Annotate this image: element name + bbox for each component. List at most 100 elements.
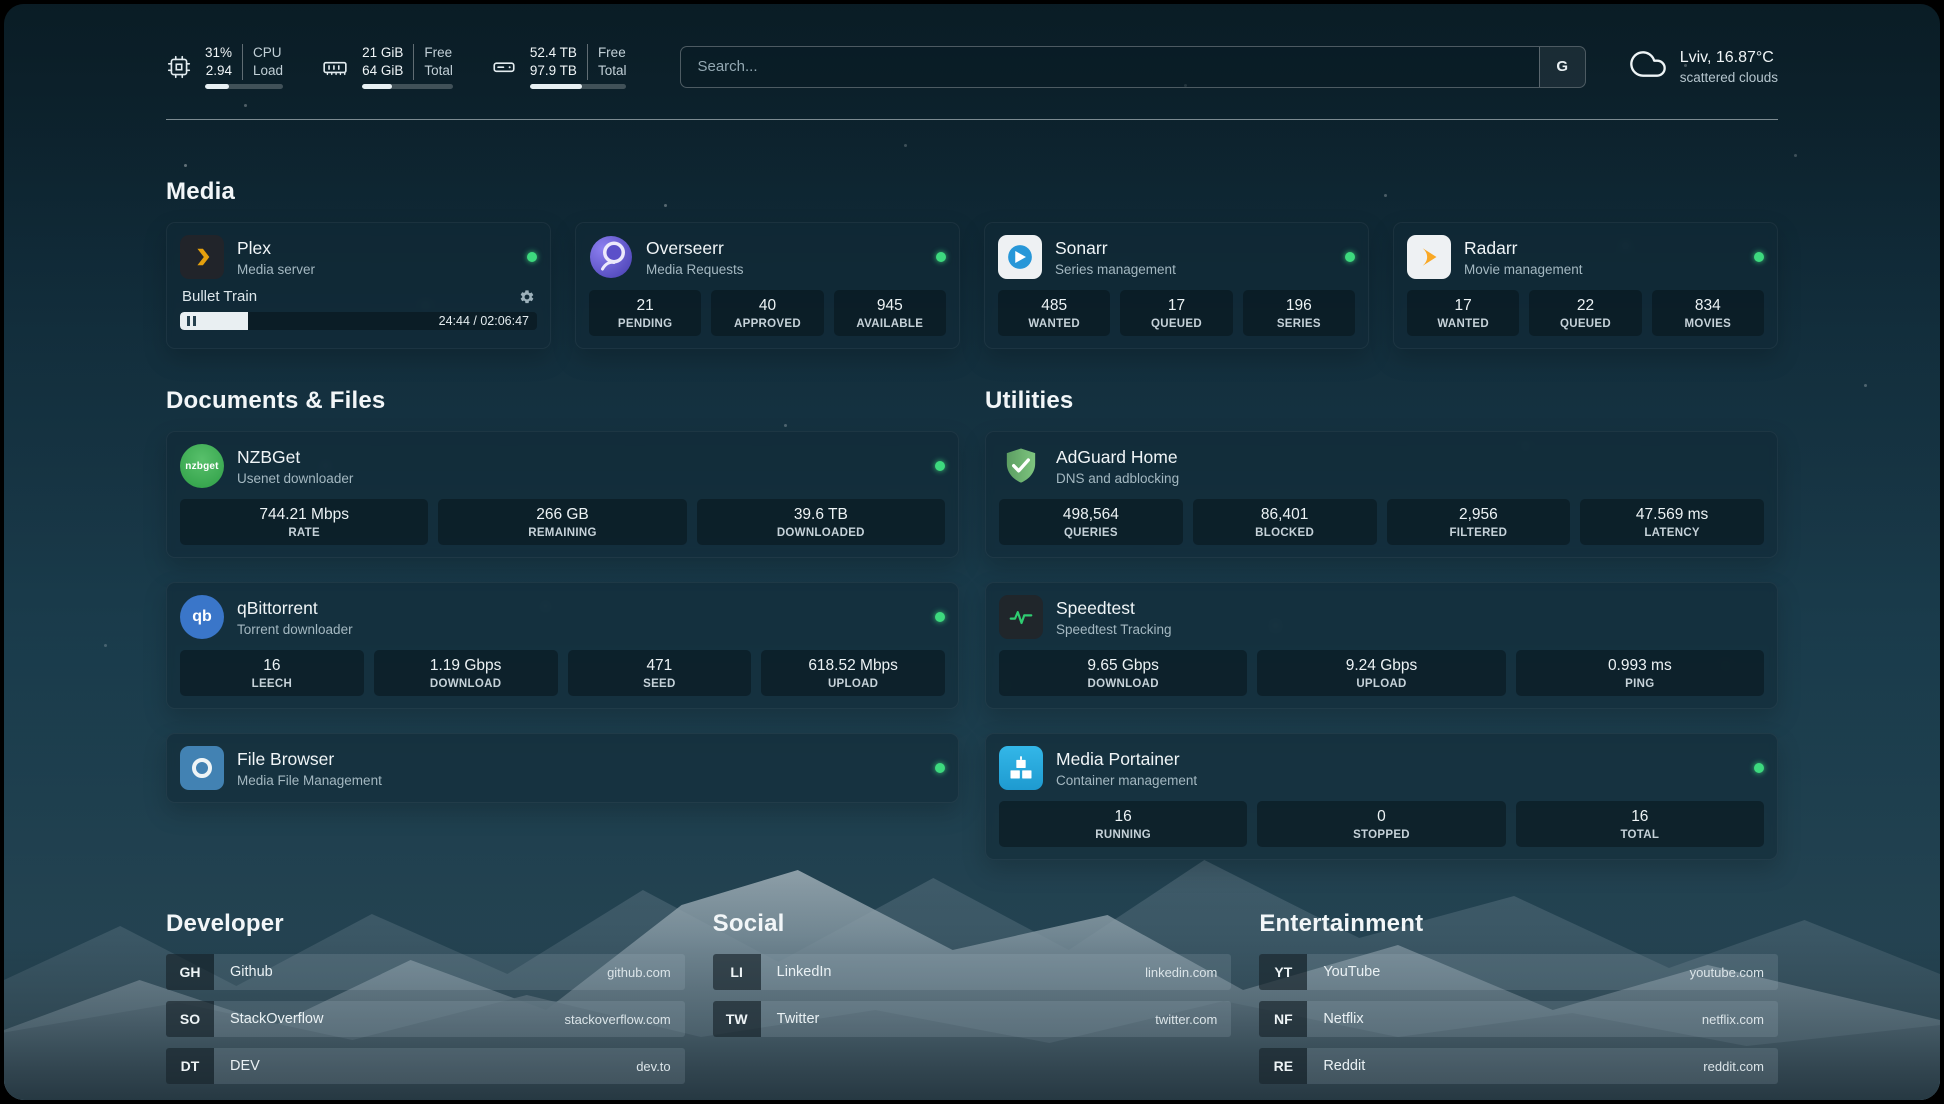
service-link-qbittorrent[interactable]: qb qBittorrent Torrent downloader (180, 595, 945, 639)
bookmark-abbr: SO (166, 1001, 214, 1037)
service-card-portainer: Media Portainer Container management 16 … (985, 733, 1778, 860)
background-snow-specks (4, 4, 7, 7)
group-title-media: Media (166, 178, 1778, 206)
disk-widget: 52.4 TB Free 97.9 TB Total (491, 44, 627, 89)
group-media: Media Plex Media server (166, 178, 1778, 349)
cpu-load-label: Load (242, 62, 283, 80)
group-documents-files: Documents & Files nzbget NZBGet Usenet d… (166, 387, 959, 803)
bookmark-abbr: TW (713, 1001, 761, 1037)
stat-wanted: 485 WANTED (998, 290, 1110, 336)
weather-condition: scattered clouds (1680, 70, 1778, 85)
weather-widget[interactable]: Lviv, 16.87°C scattered clouds (1628, 44, 1778, 89)
service-description: Torrent downloader (237, 622, 353, 637)
group-title-utilities: Utilities (985, 387, 1778, 415)
weather-location: Lviv, 16.87°C (1680, 49, 1778, 67)
service-link-sonarr[interactable]: Sonarr Series management (998, 235, 1355, 279)
bookmark-youtube[interactable]: YT YouTube youtube.com (1259, 954, 1778, 990)
playback-progress-bar: 24:44 / 02:06:47 (180, 312, 537, 330)
service-name: Speedtest (1056, 598, 1172, 619)
stat-upload: 9.24 Gbps UPLOAD (1257, 650, 1505, 696)
stat-upload: 618.52 Mbps UPLOAD (761, 650, 945, 696)
stat-ping: 0.993 ms PING (1516, 650, 1764, 696)
stat-running: 16 RUNNING (999, 801, 1247, 847)
service-name: Sonarr (1055, 238, 1176, 259)
bookmark-domain: dev.to (636, 1059, 670, 1074)
service-description: Media Requests (646, 262, 744, 277)
stat-queued: 22 QUEUED (1529, 290, 1641, 336)
service-name: Media Portainer (1056, 749, 1197, 770)
portainer-icon (999, 746, 1043, 790)
service-link-radarr[interactable]: Radarr Movie management (1407, 235, 1764, 279)
stat-pending: 21 PENDING (589, 290, 701, 336)
bookmark-name: YouTube (1323, 964, 1380, 980)
service-description: Media server (237, 262, 315, 277)
bookmark-group-social: Social LI LinkedIn linkedin.com TW Twitt… (713, 910, 1232, 1095)
disk-total-value: 97.9 TB (530, 62, 577, 80)
stat-seed: 471 SEED (568, 650, 752, 696)
stat-latency: 47.569 ms LATENCY (1580, 499, 1764, 545)
service-link-portainer[interactable]: Media Portainer Container management (999, 746, 1764, 790)
search-provider-button[interactable]: G (1539, 47, 1585, 87)
bookmark-group-entertainment: Entertainment YT YouTube youtube.com NF … (1259, 910, 1778, 1095)
bookmark-domain: github.com (607, 965, 671, 980)
bookmark-stackoverflow[interactable]: SO StackOverflow stackoverflow.com (166, 1001, 685, 1037)
group-title-social: Social (713, 910, 1232, 938)
bookmark-domain: youtube.com (1690, 965, 1764, 980)
group-title-documents: Documents & Files (166, 387, 959, 415)
bookmark-reddit[interactable]: RE Reddit reddit.com (1259, 1048, 1778, 1084)
bookmark-group-developer: Developer GH Github github.com SO StackO… (166, 910, 685, 1095)
bookmark-domain: stackoverflow.com (564, 1012, 670, 1027)
service-description: DNS and adblocking (1056, 471, 1179, 486)
service-card-overseerr: Overseerr Media Requests 21 PENDING 40 A… (575, 222, 960, 349)
service-link-nzbget[interactable]: nzbget NZBGet Usenet downloader (180, 444, 945, 488)
service-link-filebrowser[interactable]: File Browser Media File Management (180, 746, 945, 790)
bookmark-domain: netflix.com (1702, 1012, 1764, 1027)
settings-gear-icon[interactable] (519, 289, 535, 305)
cpu-usage-label: CPU (242, 44, 283, 62)
service-card-adguard: AdGuard Home DNS and adblocking 498,564 … (985, 431, 1778, 558)
playback-time: 24:44 / 02:06:47 (439, 312, 529, 330)
bookmark-domain: reddit.com (1703, 1059, 1764, 1074)
service-description: Media File Management (237, 773, 382, 788)
bookmark-name: StackOverflow (230, 1011, 323, 1027)
adguard-icon (999, 444, 1043, 488)
service-link-adguard[interactable]: AdGuard Home DNS and adblocking (999, 444, 1764, 488)
service-name: Radarr (1464, 238, 1583, 259)
service-card-qbittorrent: qb qBittorrent Torrent downloader 16 (166, 582, 959, 709)
status-dot (935, 461, 945, 471)
bookmark-abbr: YT (1259, 954, 1307, 990)
status-dot (936, 252, 946, 262)
service-card-radarr: Radarr Movie management 17 WANTED 22 QUE… (1393, 222, 1778, 349)
bookmark-name: LinkedIn (777, 964, 832, 980)
service-name: Plex (237, 238, 315, 259)
memory-icon (321, 54, 349, 80)
service-link-plex[interactable]: Plex Media server (180, 235, 537, 279)
search-bar: G (680, 46, 1585, 88)
stat-leech: 16 LEECH (180, 650, 364, 696)
plex-icon (180, 235, 224, 279)
stat-download: 9.65 Gbps DOWNLOAD (999, 650, 1247, 696)
bookmark-name: Github (230, 964, 273, 980)
service-link-overseerr[interactable]: Overseerr Media Requests (589, 235, 946, 279)
search-input[interactable] (681, 47, 1538, 87)
bookmark-dev[interactable]: DT DEV dev.to (166, 1048, 685, 1084)
radarr-icon (1407, 235, 1451, 279)
bookmark-netflix[interactable]: NF Netflix netflix.com (1259, 1001, 1778, 1037)
bookmark-abbr: NF (1259, 1001, 1307, 1037)
stat-blocked: 86,401 BLOCKED (1193, 499, 1377, 545)
bookmark-name: Netflix (1323, 1011, 1363, 1027)
bookmark-linkedin[interactable]: LI LinkedIn linkedin.com (713, 954, 1232, 990)
bookmark-github[interactable]: GH Github github.com (166, 954, 685, 990)
bookmark-abbr: GH (166, 954, 214, 990)
service-description: Speedtest Tracking (1056, 622, 1172, 637)
nzbget-icon: nzbget (180, 444, 224, 488)
memory-total-label: Total (413, 62, 453, 80)
stat-series: 196 SERIES (1243, 290, 1355, 336)
service-link-speedtest[interactable]: Speedtest Speedtest Tracking (999, 595, 1764, 639)
stat-downloaded: 39.6 TB DOWNLOADED (697, 499, 945, 545)
filebrowser-icon (180, 746, 224, 790)
stat-wanted: 17 WANTED (1407, 290, 1519, 336)
plex-now-playing: Bullet Train 24:44 / 02:06:47 (180, 285, 537, 330)
bookmark-twitter[interactable]: TW Twitter twitter.com (713, 1001, 1232, 1037)
status-dot (1754, 252, 1764, 262)
